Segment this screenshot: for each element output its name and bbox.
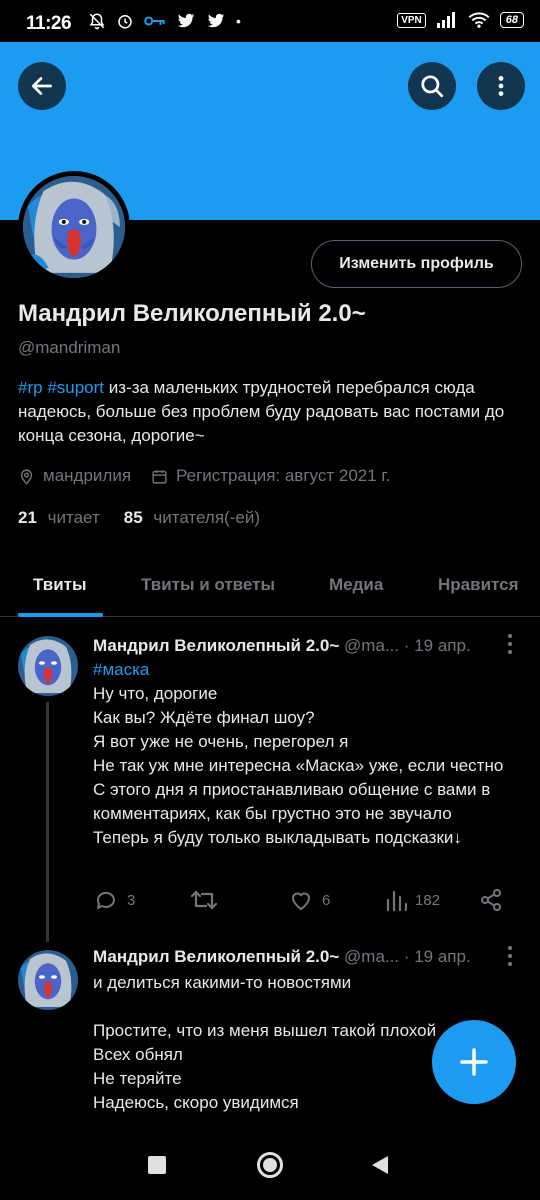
profile-name: Мандрил Великолепный 2.0~ <box>18 300 366 327</box>
search-icon <box>421 75 444 98</box>
profile-bio: #rp #suport из-за маленьких трудностей п… <box>18 376 518 448</box>
tweet-line: и делиться какими-то новостями <box>93 973 352 992</box>
twitter-bird-icon <box>177 13 195 28</box>
tweet-author-name[interactable]: Мандрил Великолепный 2.0~ <box>93 947 339 966</box>
profile-location: мандрилия <box>43 466 132 485</box>
back-arrow-icon <box>31 77 53 95</box>
active-tab-indicator <box>18 613 103 617</box>
profile-meta: мандрилия Регистрация: август 2021 г. <box>18 466 410 486</box>
tweet-author-handle: @ma... <box>344 947 400 966</box>
dot-icon: • <box>236 13 241 29</box>
followers-label: читателя(-ей) <box>153 508 260 527</box>
following-label: читает <box>47 508 100 527</box>
key-icon <box>144 16 165 26</box>
bio-hashtag[interactable]: #suport <box>47 378 104 397</box>
profile-avatar[interactable] <box>18 171 130 283</box>
tweet-more-button[interactable] <box>500 633 520 655</box>
tab-tweets[interactable]: Твиты <box>33 575 86 595</box>
wifi-icon <box>468 12 490 28</box>
status-bar: 11:26 • VPN 68 <box>0 0 540 42</box>
more-vertical-icon <box>508 634 512 654</box>
tweet-date[interactable]: · 19 апр. <box>404 636 471 655</box>
share-button[interactable] <box>479 888 503 912</box>
follow-stats: 21 читает 85 читателя(-ей) <box>18 508 284 528</box>
back-triangle-icon[interactable] <box>370 1155 390 1175</box>
reply-count: 3 <box>127 891 136 909</box>
vpn-badge: VPN <box>397 12 426 28</box>
tweet-author-name[interactable]: Мандрил Великолепный 2.0~ <box>93 636 339 655</box>
retweet-icon <box>190 890 218 910</box>
profile-tabs: Твиты Твиты и ответы Медиа Нравится <box>0 555 540 617</box>
more-vertical-icon <box>498 76 504 96</box>
retweet-button[interactable] <box>190 888 226 912</box>
tweet-line: С этого дня я приостанавливаю общение с … <box>93 780 491 823</box>
tab-likes[interactable]: Нравится <box>438 575 519 595</box>
heart-icon <box>292 892 310 910</box>
home-circle-icon[interactable] <box>256 1151 284 1179</box>
following-link[interactable]: 21 читает <box>18 508 100 528</box>
profile-joined-date: Регистрация: август 2021 г. <box>176 466 391 485</box>
avatar-image <box>18 636 78 696</box>
system-nav-bar <box>0 1130 540 1200</box>
tweet-avatar[interactable] <box>18 636 78 696</box>
views-count: 182 <box>415 891 441 909</box>
analytics-icon <box>386 890 407 912</box>
tweet-date[interactable]: · 19 апр. <box>404 947 471 966</box>
battery-indicator: 68 <box>499 12 524 28</box>
back-button[interactable] <box>18 62 66 110</box>
recents-square-icon[interactable] <box>148 1156 166 1174</box>
views-button[interactable]: 182 <box>385 888 440 912</box>
twitter-bird-icon <box>207 13 225 28</box>
status-time: 11:26 <box>26 13 72 34</box>
avatar-image <box>18 950 78 1010</box>
bio-hashtag[interactable]: #rp <box>18 378 43 397</box>
mute-icon <box>89 13 105 30</box>
location-pin-icon <box>20 468 33 485</box>
compose-tweet-button[interactable] <box>432 1020 516 1104</box>
edit-profile-button[interactable]: Изменить профиль <box>311 240 522 288</box>
more-vertical-icon <box>508 946 512 966</box>
tweet-author-handle: @ma... <box>344 636 400 655</box>
tweet-line: Ну что, дорогие <box>93 684 218 703</box>
plus-icon <box>460 1048 488 1076</box>
tweet-line: Как вы? Ждёте финал шоу? <box>93 708 315 727</box>
reply-button[interactable]: 3 <box>93 888 135 912</box>
tweet-line: Теперь я буду только выкладывать подсказ… <box>93 828 462 847</box>
alarm-icon <box>118 15 132 29</box>
profile-handle: @mandriman <box>18 338 121 357</box>
tweet-line <box>93 995 523 1019</box>
tab-media[interactable]: Медиа <box>329 575 383 595</box>
reply-icon <box>96 891 115 909</box>
tweet-more-button[interactable] <box>500 945 520 967</box>
following-count: 21 <box>18 508 37 527</box>
calendar-icon <box>152 469 167 484</box>
avatar-image <box>23 176 125 278</box>
signal-icon <box>436 12 455 28</box>
tweet-actions: 3 6 182 <box>93 888 513 918</box>
tweet-text: #маска Ну что, дорогие Как вы? Ждёте фин… <box>93 658 523 850</box>
tweet-line: Я вот уже не очень, перегорел я <box>93 732 349 751</box>
search-button[interactable] <box>408 62 456 110</box>
share-icon <box>481 889 501 911</box>
tab-tweets-and-replies[interactable]: Твиты и ответы <box>141 575 275 595</box>
followers-count: 85 <box>123 508 143 527</box>
more-options-button[interactable] <box>477 62 525 110</box>
tweet-avatar[interactable] <box>18 950 78 1010</box>
thread-line <box>46 702 49 942</box>
like-count: 6 <box>322 891 331 909</box>
tweet-line: Не так уж мне интересна «Маска» уже, есл… <box>93 756 504 775</box>
like-button[interactable]: 6 <box>288 888 330 912</box>
tweet-hashtag[interactable]: #маска <box>93 658 523 682</box>
followers-link[interactable]: 85 читателя(-ей) <box>124 508 260 528</box>
